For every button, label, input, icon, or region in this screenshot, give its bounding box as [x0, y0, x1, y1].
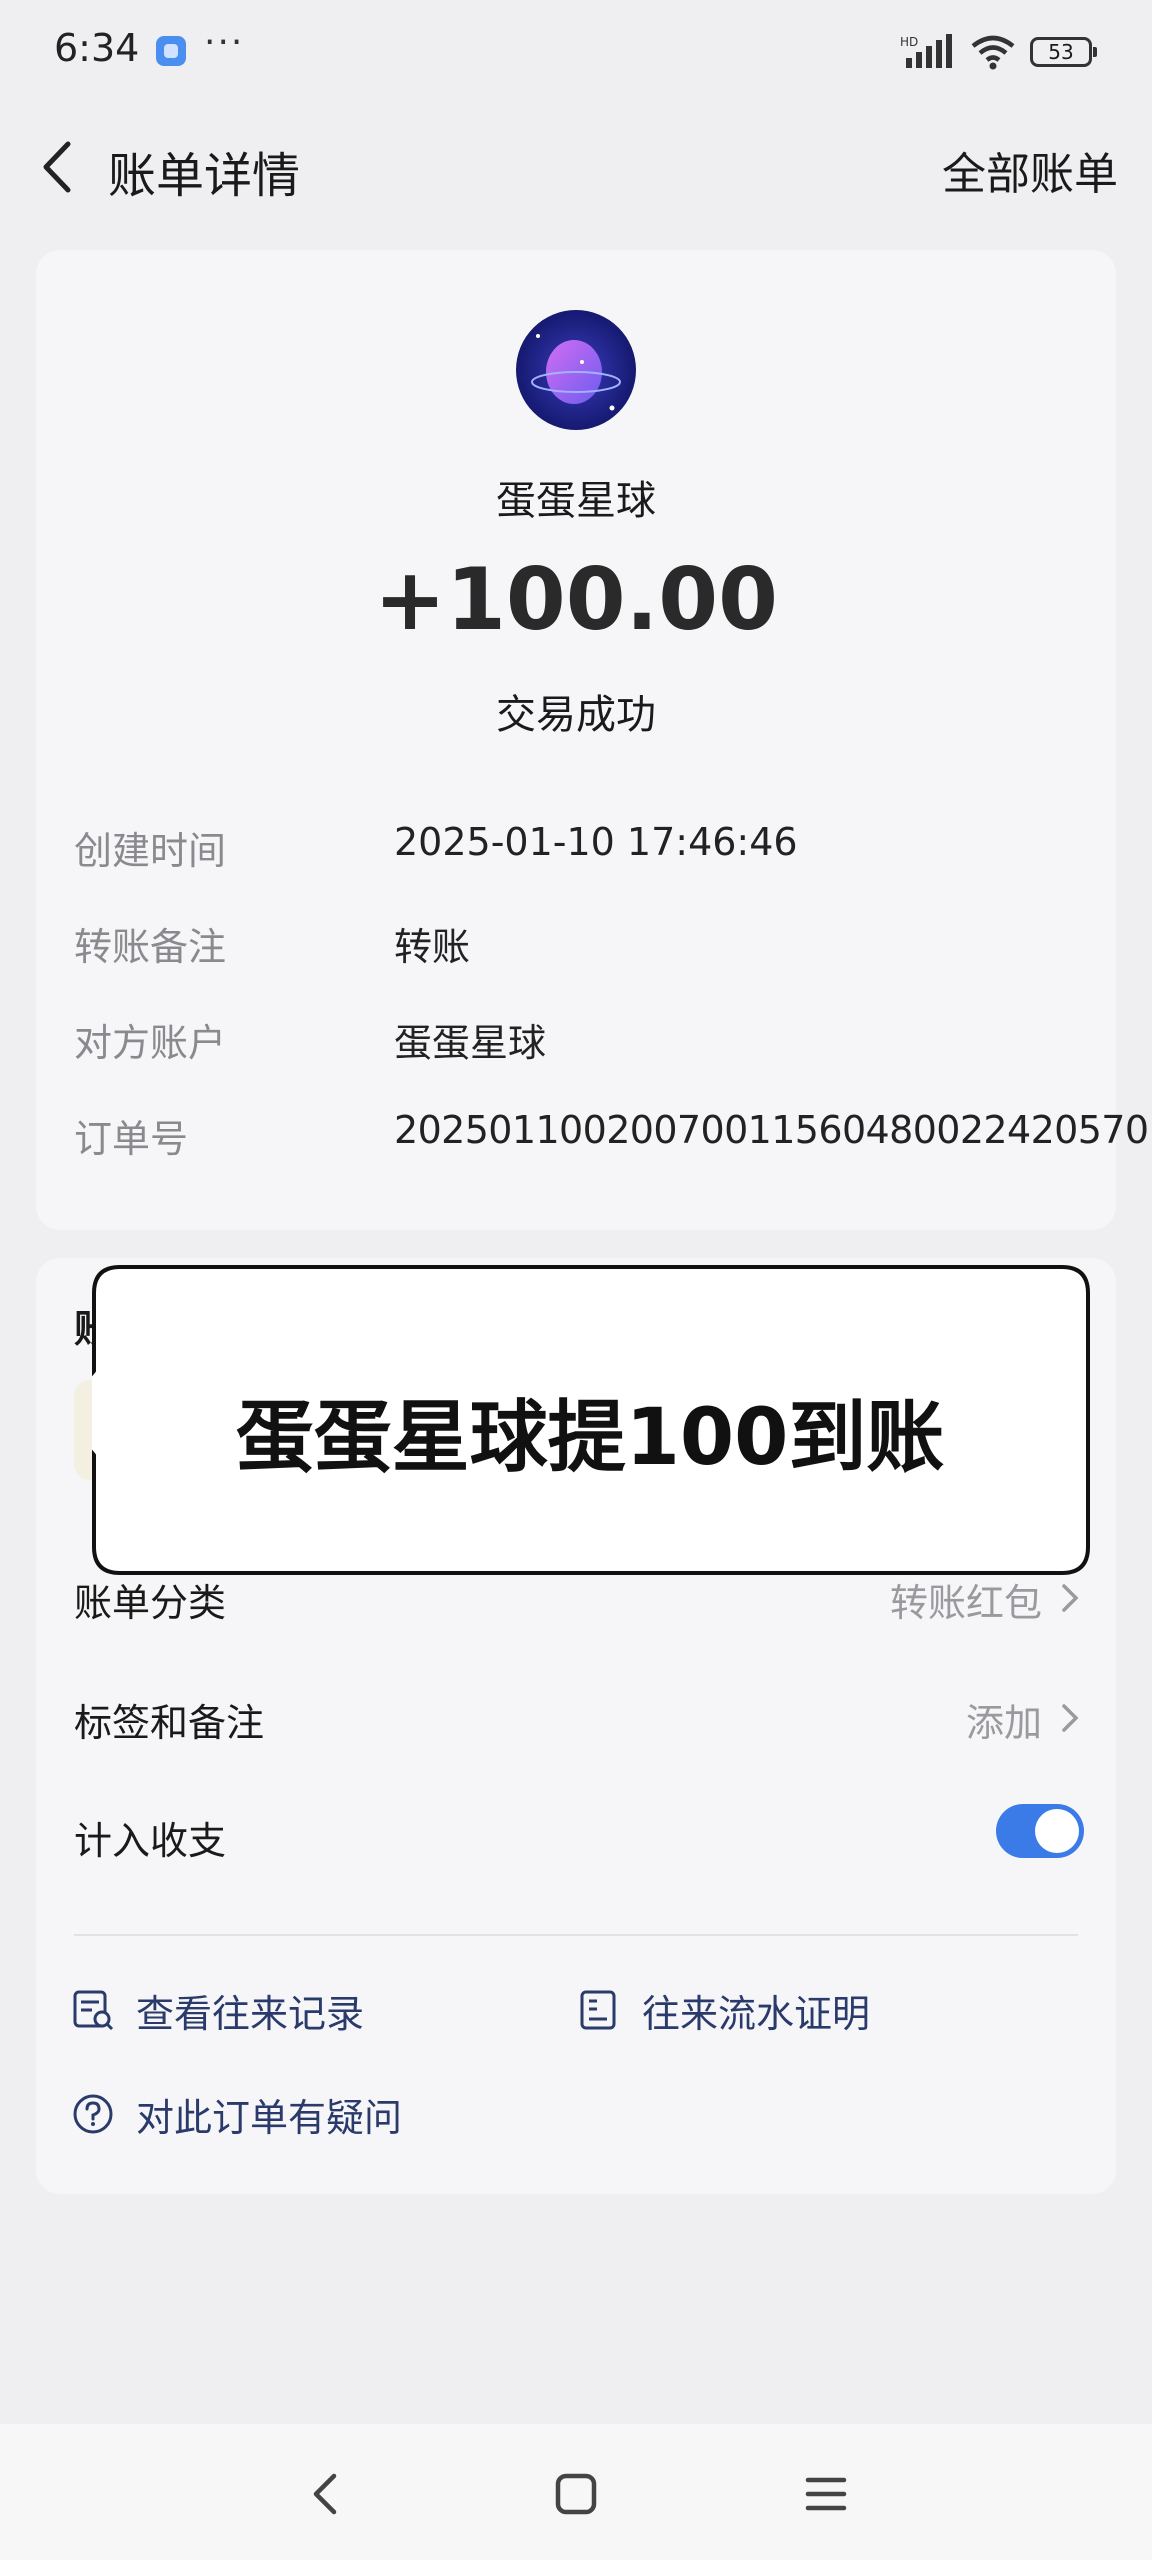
include-income-toggle[interactable] — [996, 1804, 1084, 1858]
chevron-left-icon — [43, 141, 71, 193]
nav-back-icon[interactable] — [296, 2464, 356, 2524]
chevron-right-icon — [1062, 1584, 1079, 1612]
nav-home-icon[interactable] — [546, 2464, 606, 2524]
detail-value: 2025-01-10 17:46:46 — [394, 820, 798, 864]
nav-menu-icon[interactable] — [796, 2464, 856, 2524]
detail-row-counterparty: 对方账户 蛋蛋星球 — [74, 1012, 1084, 1072]
transaction-amount: +100.00 — [374, 550, 778, 650]
bill-category-value: 转账红包 — [889, 1581, 1042, 1625]
wifi-icon — [971, 35, 1015, 70]
tags-notes-row[interactable]: 标签和备注 添加 — [74, 1682, 1084, 1752]
view-history-label: 查看往来记录 — [136, 1991, 365, 2036]
include-income-label: 计入收支 — [74, 1819, 227, 1863]
back-button[interactable] — [28, 132, 88, 202]
tags-notes-value: 添加 — [965, 1701, 1042, 1745]
nav-bar: 账单详情 全部账单 — [0, 110, 1152, 220]
include-income-row: 计入收支 — [74, 1800, 1084, 1870]
detail-row-remark: 转账备注 转账 — [74, 916, 1084, 976]
svg-text:HD: HD — [900, 35, 918, 49]
detail-value: 转账 — [394, 925, 471, 969]
callout-text: 蛋蛋星球提100到账 — [235, 1393, 945, 1483]
signal-icon: HD — [900, 34, 952, 68]
transaction-statement-link[interactable]: 往来流水证明 — [576, 1980, 870, 2040]
battery-icon: 53 — [1030, 37, 1097, 67]
history-record-icon — [73, 1990, 114, 2031]
divider — [74, 1934, 1078, 1936]
detail-row-created-time: 创建时间 2025-01-10 17:46:46 — [74, 820, 1084, 880]
status-indicators: HD 53 — [900, 32, 1097, 72]
order-question-link[interactable]: 对此订单有疑问 — [70, 2084, 402, 2144]
transaction-status: 交易成功 — [496, 692, 656, 738]
detail-row-order-number: 订单号 20250110020070011560480022420570 — [74, 1108, 1149, 1168]
transaction-statement-label: 往来流水证明 — [642, 1991, 871, 2036]
merchant-logo — [516, 310, 636, 430]
detail-label: 订单号 — [74, 1117, 189, 1161]
status-bar: 6:34 ··· HD 53 — [0, 0, 1152, 100]
document-icon — [580, 1990, 616, 2030]
status-time: 6:34 — [54, 26, 140, 70]
order-question-label: 对此订单有疑问 — [136, 2095, 403, 2140]
all-bills-link[interactable]: 全部账单 — [942, 138, 1118, 202]
toggle-knob — [1035, 1809, 1079, 1853]
question-circle-icon — [73, 2094, 113, 2134]
merchant-name: 蛋蛋星球 — [496, 478, 656, 524]
tags-notes-label: 标签和备注 — [74, 1701, 265, 1745]
bill-category-label: 账单分类 — [74, 1581, 227, 1625]
detail-label: 创建时间 — [74, 829, 227, 873]
detail-label: 转账备注 — [74, 925, 227, 969]
transaction-card: 蛋蛋星球 +100.00 交易成功 创建时间 2025-01-10 17:46:… — [36, 250, 1149, 1230]
system-nav-bar — [0, 2424, 1152, 2560]
detail-value[interactable]: 20250110020070011560480022420570 — [394, 1108, 1149, 1152]
more-notifications-icon: ··· — [204, 22, 245, 63]
app-notification-icon — [156, 36, 186, 66]
detail-value: 蛋蛋星球 — [394, 1021, 547, 1065]
chevron-right-icon — [1062, 1704, 1079, 1732]
page-title: 账单详情 — [108, 148, 301, 204]
detail-label: 对方账户 — [74, 1021, 227, 1065]
view-history-link[interactable]: 查看往来记录 — [70, 1980, 364, 2040]
